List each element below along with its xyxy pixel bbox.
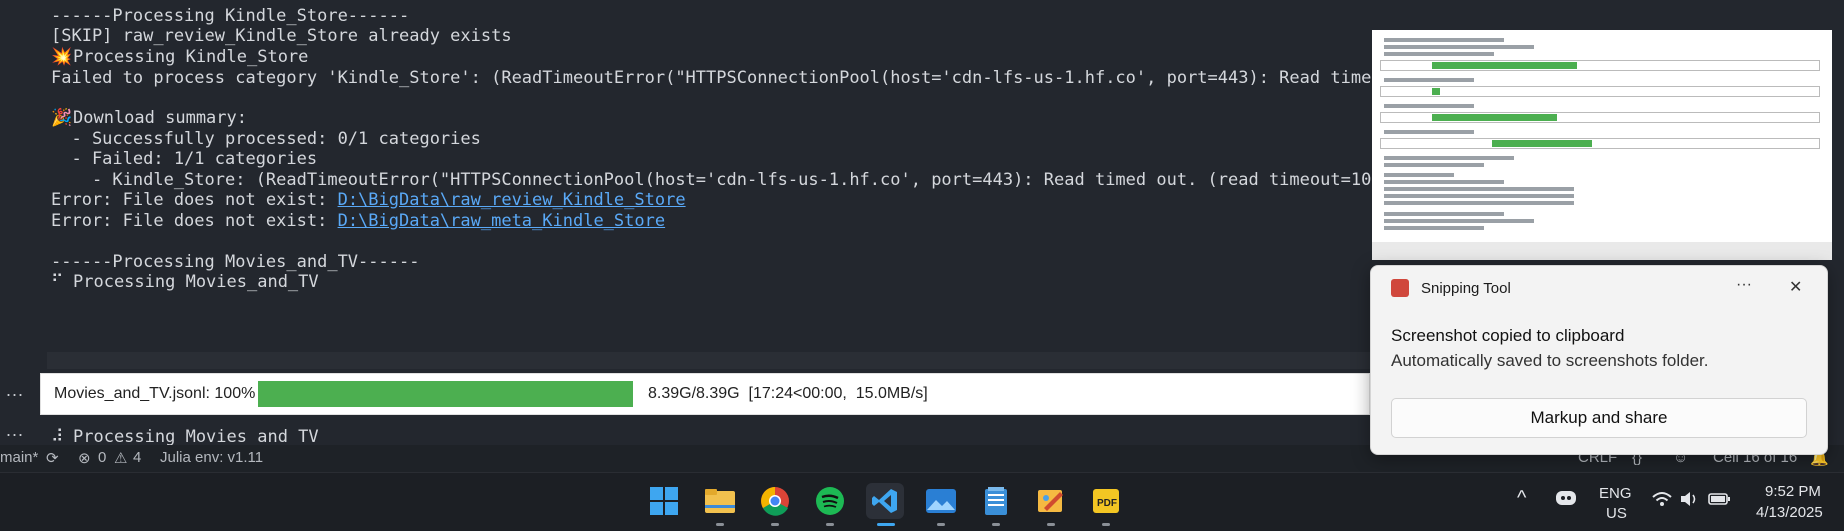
language-top[interactable]: ENG [1599,485,1632,502]
clock-time[interactable]: 9:52 PM [1765,483,1821,500]
screen: ------Processing Kindle_Store------ [SKI… [0,0,1844,531]
cell-more-icon[interactable]: ... [6,380,24,401]
notification-body: Automatically saved to screenshots folde… [1391,351,1709,370]
chevron-up-icon[interactable]: ^ [1517,487,1526,510]
taskbar: PDF ^ ENG US 9:52 PM 4/13/2025 [0,472,1844,531]
error-icon[interactable]: ⊗ [78,449,91,467]
file-explorer-icon[interactable] [701,483,739,519]
paint-icon[interactable] [1032,483,1070,519]
spinner-icon: ⠋ [51,272,64,292]
error-count[interactable]: 0 [98,449,106,466]
spotify-icon[interactable] [811,483,849,519]
file-link[interactable]: D:\BigData\raw_meta_Kindle_Store [338,211,666,231]
notification-app-name: Snipping Tool [1421,280,1511,297]
branch-label[interactable]: main* [0,449,38,466]
julia-env[interactable]: Julia env: v1.11 [160,449,263,466]
wifi-icon[interactable] [1652,491,1672,511]
close-icon[interactable]: ✕ [1789,277,1802,297]
progress-fill [258,381,633,407]
progress-label: Movies_and_TV.jsonl: 100% [54,385,256,402]
notification-title: Screenshot copied to clipboard [1391,326,1625,345]
language-bottom[interactable]: US [1606,505,1627,522]
chrome-icon[interactable] [756,483,794,519]
progress-bar [258,381,633,407]
discord-icon[interactable] [1555,489,1577,511]
photos-icon[interactable] [922,483,960,519]
start-icon[interactable] [645,483,683,519]
more-options-icon[interactable]: ··· [1736,276,1752,294]
volume-icon[interactable] [1680,491,1698,511]
vscode-icon[interactable] [866,483,904,519]
file-link[interactable]: D:\BigData\raw_review_Kindle_Store [338,190,686,210]
progress-stats: 8.39G/8.39G [17:24<00:00, 15.0MB/s] [648,385,928,402]
warning-count[interactable]: 4 [133,449,141,466]
screenshot-thumbnail [1372,30,1832,260]
snipping-tool-notification[interactable]: Snipping Tool ··· ✕ Screenshot copied to… [1370,265,1828,455]
notepad-icon[interactable] [977,483,1015,519]
svg-text:PDF: PDF [1097,498,1117,509]
download-progress: Movies_and_TV.jsonl: 100% 8.39G/8.39G [1… [40,373,1370,415]
battery-icon[interactable] [1708,491,1732,511]
sync-icon[interactable]: ⟳ [46,449,59,467]
vertical-scrollbar[interactable] [1832,0,1844,445]
output-line: Failed to process category 'Kindle_Store… [51,68,1454,88]
output-line: ⠋ Processing Movies_and_TV [51,272,319,292]
cell-more-icon[interactable]: ... [6,420,24,441]
output-line: Error: File does not exist: D:\BigData\r… [51,211,666,231]
pdf-icon[interactable]: PDF [1087,483,1125,519]
snipping-tool-icon [1391,279,1409,297]
warning-icon[interactable]: ⚠ [114,449,127,467]
output-scroll-strip [47,352,1377,369]
clock-date[interactable]: 4/13/2025 [1756,504,1823,521]
markup-and-share-button[interactable]: Markup and share [1391,398,1807,438]
